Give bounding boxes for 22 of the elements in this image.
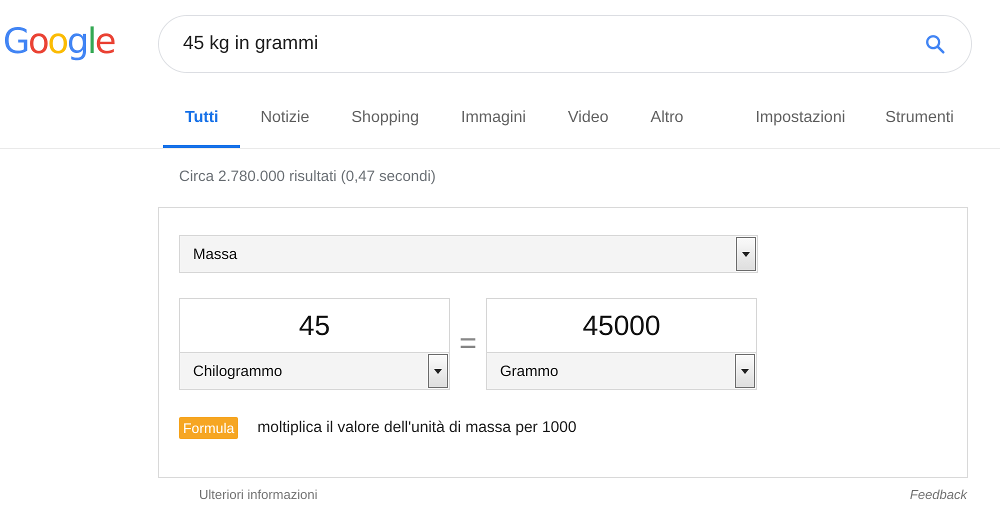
unit-select[interactable]: Chilogrammo: [179, 352, 450, 390]
unit-select[interactable]: Grammo: [486, 352, 757, 390]
formula-badge: Formula: [179, 417, 238, 439]
tools-tab[interactable]: Impostazioni: [755, 106, 846, 148]
search-tab[interactable]: Video: [568, 106, 609, 148]
tools-tab[interactable]: Strumenti: [885, 106, 954, 148]
search-icon[interactable]: [924, 33, 946, 55]
equals-sign: =: [458, 327, 478, 361]
search-tab[interactable]: Notizie: [260, 106, 310, 148]
feedback-link[interactable]: Feedback: [910, 487, 967, 502]
more-info-link[interactable]: Ulteriori informazioni: [199, 487, 318, 502]
search-tab[interactable]: Shopping: [351, 106, 419, 148]
google-logo[interactable]: Google: [0, 22, 158, 62]
value-field[interactable]: 45: [179, 298, 450, 352]
category-select[interactable]: Massa: [179, 235, 758, 273]
value-field[interactable]: 45000: [486, 298, 757, 352]
result-stats: Circa 2.780.000 risultati (0,47 secondi): [179, 168, 437, 187]
search-tab[interactable]: Tutti: [163, 106, 240, 148]
formula-text: moltiplica il valore dell'unità di massa per 1000: [257, 419, 577, 437]
search-field[interactable]: 45 kg in grammi: [158, 15, 972, 73]
search-tab[interactable]: Immagini: [461, 106, 526, 148]
search-tab[interactable]: Altro: [650, 106, 684, 148]
